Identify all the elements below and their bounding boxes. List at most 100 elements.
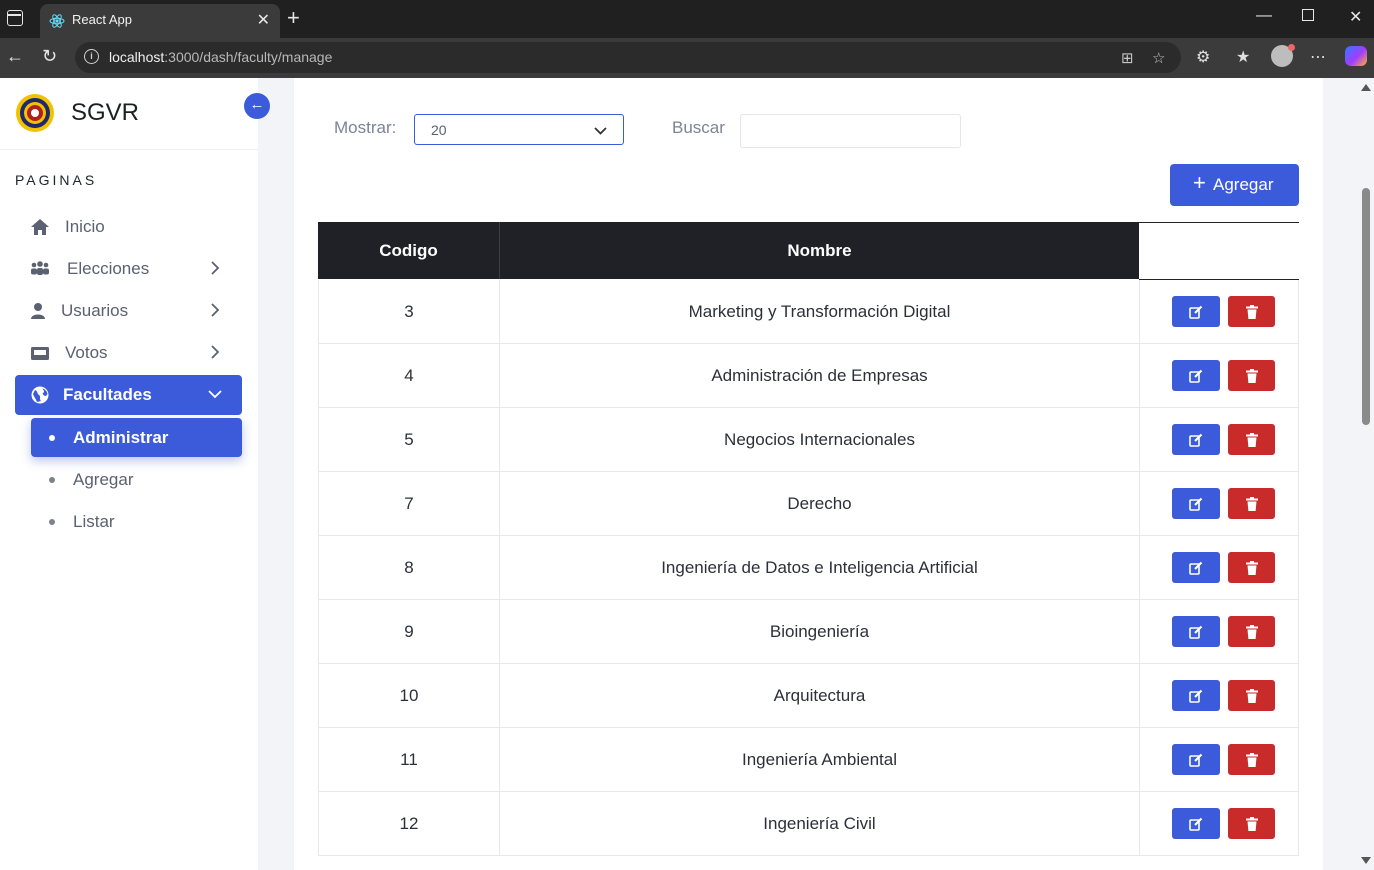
delete-button[interactable] bbox=[1228, 616, 1275, 647]
cell-nombre: Arquitectura bbox=[499, 664, 1139, 728]
copilot-icon[interactable] bbox=[1345, 46, 1367, 66]
arrow-left-icon: ← bbox=[249, 96, 265, 113]
sidebar-subitem-label: Listar bbox=[73, 512, 115, 531]
sidebar-item-votos[interactable]: Votos bbox=[15, 333, 242, 373]
address-bar-row: ← ↻ i localhost:3000/dash/faculty/manage… bbox=[0, 38, 1374, 78]
delete-button[interactable] bbox=[1228, 424, 1275, 455]
browser-tab[interactable]: React App ✕ bbox=[40, 4, 280, 38]
sidebar-item-usuarios[interactable]: Usuarios bbox=[15, 291, 242, 331]
edit-button[interactable] bbox=[1172, 552, 1220, 583]
edit-button[interactable] bbox=[1172, 296, 1220, 327]
faculties-table: Codigo Nombre 3 Marketing y Transformació… bbox=[318, 222, 1299, 856]
show-entries-label: Mostrar: bbox=[334, 118, 397, 137]
edit-button[interactable] bbox=[1172, 680, 1220, 711]
extensions-icon[interactable]: ⚙ bbox=[1196, 47, 1210, 67]
sidebar-subitem-listar[interactable]: Listar bbox=[31, 502, 242, 541]
home-icon bbox=[31, 219, 49, 235]
cell-nombre: Bioingeniería bbox=[499, 600, 1139, 664]
faculty-manage-card: Mostrar: 20 Buscar + Agregar Codigo Nomb… bbox=[294, 78, 1323, 870]
cell-actions bbox=[1139, 472, 1299, 536]
column-header-actions bbox=[1139, 222, 1299, 280]
delete-button[interactable] bbox=[1228, 808, 1275, 839]
sidebar-item-label: Votos bbox=[65, 343, 108, 362]
more-menu-icon[interactable]: ⋯ bbox=[1310, 47, 1326, 67]
delete-button[interactable] bbox=[1228, 360, 1275, 391]
bullet-icon bbox=[49, 477, 55, 483]
add-button-label: Agregar bbox=[1213, 175, 1274, 194]
url-bar[interactable]: i localhost:3000/dash/faculty/manage ⊞ ☆ bbox=[75, 42, 1181, 73]
delete-button[interactable] bbox=[1228, 744, 1275, 775]
show-entries-value: 20 bbox=[431, 122, 447, 138]
search-input[interactable] bbox=[740, 114, 961, 148]
cell-nombre: Negocios Internacionales bbox=[499, 408, 1139, 472]
sidebar-item-elecciones[interactable]: Elecciones bbox=[15, 249, 242, 289]
delete-button[interactable] bbox=[1228, 552, 1275, 583]
sidebar-subitem-administrar[interactable]: Administrar bbox=[31, 418, 242, 457]
favorites-icon[interactable]: ★ bbox=[1236, 47, 1250, 67]
chevron-down-icon bbox=[594, 127, 607, 135]
table-row: 12 Ingeniería Civil bbox=[318, 792, 1299, 856]
profile-avatar[interactable] bbox=[1271, 44, 1295, 67]
delete-button[interactable] bbox=[1228, 680, 1275, 711]
cell-codigo: 9 bbox=[318, 600, 499, 664]
cell-nombre: Ingeniería Civil bbox=[499, 792, 1139, 856]
cell-actions bbox=[1139, 344, 1299, 408]
show-entries-select[interactable]: 20 bbox=[414, 114, 624, 145]
edit-button[interactable] bbox=[1172, 616, 1220, 647]
chevron-right-icon bbox=[211, 261, 220, 275]
cell-codigo: 3 bbox=[318, 280, 499, 344]
column-header-codigo[interactable]: Codigo bbox=[318, 222, 499, 279]
cell-codigo: 7 bbox=[318, 472, 499, 536]
cell-codigo: 4 bbox=[318, 344, 499, 408]
reload-icon[interactable]: ↻ bbox=[42, 46, 57, 67]
back-icon[interactable]: ← bbox=[6, 46, 24, 67]
delete-button[interactable] bbox=[1228, 488, 1275, 519]
sidebar-item-label: Elecciones bbox=[67, 259, 150, 278]
sidebar-item-inicio[interactable]: Inicio bbox=[15, 207, 242, 247]
add-faculty-button[interactable]: + Agregar bbox=[1170, 164, 1299, 206]
table-body: 3 Marketing y Transformación Digital 4 Admi… bbox=[318, 280, 1299, 856]
users-group-icon bbox=[31, 261, 49, 275]
edit-button[interactable] bbox=[1172, 744, 1220, 775]
maximize-icon[interactable] bbox=[1302, 9, 1314, 21]
site-info-icon[interactable]: i bbox=[84, 49, 99, 64]
edit-button[interactable] bbox=[1172, 488, 1220, 519]
sidebar-item-label: Facultades bbox=[63, 385, 152, 404]
collapse-sidebar-button[interactable]: ← bbox=[244, 93, 270, 119]
favorite-star-icon[interactable]: ☆ bbox=[1152, 49, 1165, 67]
scroll-down-icon[interactable] bbox=[1361, 857, 1371, 864]
table-row: 4 Administración de Empresas bbox=[318, 344, 1299, 408]
table-row: 7 Derecho bbox=[318, 472, 1299, 536]
cell-codigo: 8 bbox=[318, 536, 499, 600]
sidebar: SGVR PAGINAS Inicio Elecciones Usuarios … bbox=[0, 78, 258, 870]
user-icon bbox=[31, 303, 45, 319]
react-icon bbox=[49, 14, 65, 28]
scroll-up-icon[interactable] bbox=[1361, 84, 1371, 91]
delete-button[interactable] bbox=[1228, 296, 1275, 327]
url-text[interactable]: localhost:3000/dash/faculty/manage bbox=[109, 49, 332, 65]
cell-actions bbox=[1139, 600, 1299, 664]
chevron-right-icon bbox=[211, 345, 220, 359]
cell-nombre: Ingeniería de Datos e Inteligencia Artif… bbox=[499, 536, 1139, 600]
close-tab-icon[interactable]: ✕ bbox=[257, 10, 270, 30]
app-install-icon[interactable]: ⊞ bbox=[1121, 49, 1134, 67]
sidebar-item-facultades[interactable]: Facultades bbox=[15, 375, 242, 415]
table-row: 5 Negocios Internacionales bbox=[318, 408, 1299, 472]
scrollbar-thumb[interactable] bbox=[1362, 188, 1370, 425]
new-tab-icon[interactable]: + bbox=[287, 6, 300, 30]
cell-nombre: Administración de Empresas bbox=[499, 344, 1139, 408]
edit-button[interactable] bbox=[1172, 360, 1220, 391]
edit-button[interactable] bbox=[1172, 808, 1220, 839]
sidebar-subitem-agregar[interactable]: Agregar bbox=[31, 460, 242, 499]
window-menu-icon[interactable] bbox=[7, 10, 23, 26]
cell-actions bbox=[1139, 792, 1299, 856]
table-header: Codigo Nombre bbox=[318, 222, 1299, 280]
globe-icon bbox=[31, 386, 49, 404]
scrollbar[interactable] bbox=[1358, 78, 1374, 870]
page-viewport: SGVR PAGINAS Inicio Elecciones Usuarios … bbox=[0, 78, 1374, 870]
column-header-nombre[interactable]: Nombre bbox=[499, 222, 1139, 279]
minimize-icon[interactable]: — bbox=[1256, 7, 1272, 25]
edit-button[interactable] bbox=[1172, 424, 1220, 455]
table-row: 11 Ingeniería Ambiental bbox=[318, 728, 1299, 792]
close-window-icon[interactable]: ✕ bbox=[1349, 7, 1362, 27]
